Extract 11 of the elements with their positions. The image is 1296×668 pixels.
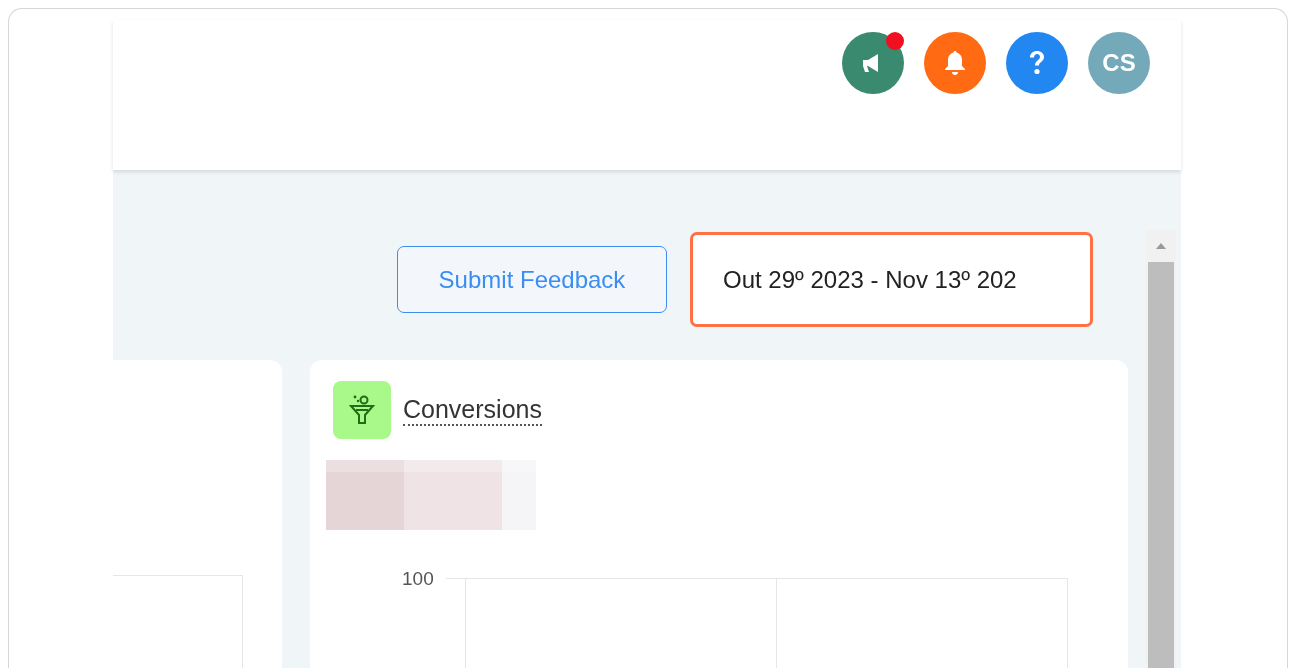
scroll-up-arrow-icon[interactable] (1155, 242, 1167, 250)
scrollbar-thumb[interactable] (1148, 262, 1174, 668)
funnel-icon (333, 381, 391, 439)
bell-icon (943, 50, 967, 76)
axis-tick-label: 100 (402, 570, 435, 591)
question-mark-icon (1028, 50, 1046, 76)
chart-title: Conversions (403, 394, 542, 426)
submit-feedback-button[interactable]: Submit Feedback (397, 246, 667, 313)
date-range-field[interactable]: Out 29º 2023 - Nov 13º 202 (690, 232, 1093, 327)
user-avatar[interactable]: CS (1088, 32, 1150, 94)
scrollbar[interactable] (1146, 230, 1176, 668)
